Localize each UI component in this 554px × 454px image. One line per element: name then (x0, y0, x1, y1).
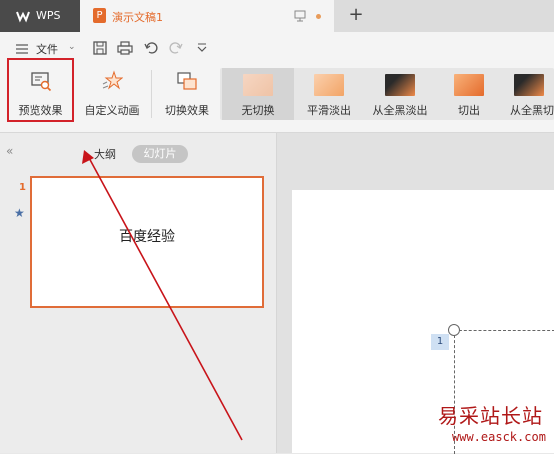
preview-effect-button[interactable]: 预览效果 (7, 58, 74, 122)
monitor-icon[interactable] (294, 10, 306, 22)
tab-outline[interactable]: 大纲 (94, 146, 116, 162)
ribbon-divider (151, 70, 152, 118)
tab-slides[interactable]: 幻灯片 (132, 145, 188, 163)
transition-thumbnail (314, 74, 344, 96)
slide-number: 1 (19, 182, 26, 193)
new-tab-button[interactable]: + (346, 4, 366, 26)
custom-animation-button[interactable]: 自定义动画 (76, 64, 148, 120)
transition-label: 平滑淡出 (307, 104, 351, 117)
customize-toolbar-icon[interactable] (194, 40, 210, 56)
transition-label: 从全黑淡出 (372, 104, 428, 117)
preview-icon (30, 72, 51, 92)
animation-star-icon (102, 70, 123, 90)
save-icon[interactable] (92, 40, 108, 56)
transition-thumbnail (514, 74, 544, 96)
transition-cut[interactable]: 切出 (436, 68, 502, 120)
transition-cut-from-black[interactable]: 从全黑切 (504, 68, 554, 120)
collapse-panel-icon[interactable]: « (6, 144, 13, 158)
file-menu[interactable]: 文件 (36, 41, 58, 57)
document-title: 演示文稿1 (112, 11, 163, 24)
undo-icon[interactable] (143, 40, 159, 56)
transition-label: 从全黑切 (510, 104, 554, 117)
slide-transition-icon (177, 72, 197, 90)
switch-effect-label: 切换效果 (165, 104, 209, 117)
transition-none[interactable]: 无切换 (222, 68, 294, 120)
placeholder-number-badge: 1 (431, 334, 449, 350)
menu-bar (0, 32, 554, 62)
resize-handle[interactable] (448, 324, 460, 336)
print-icon[interactable] (117, 40, 133, 56)
wps-logo-icon (16, 11, 30, 23)
chevron-down-icon[interactable]: ⌄ (68, 42, 76, 52)
redo-icon[interactable] (168, 40, 184, 56)
transition-thumbnail (454, 74, 484, 96)
transition-fade-from-black[interactable]: 从全黑淡出 (366, 68, 434, 120)
menu-icon[interactable] (16, 44, 28, 54)
preview-effect-label: 预览效果 (18, 104, 63, 117)
slide-thumbnail-title: 百度经验 (119, 229, 175, 245)
presentation-icon: P (93, 8, 106, 23)
wps-tab-label: WPS (36, 9, 61, 22)
custom-animation-label: 自定义动画 (84, 104, 140, 117)
transition-thumbnail (243, 74, 273, 96)
switch-effect-button[interactable]: 切换效果 (157, 64, 217, 120)
watermark-title: 易采站长站 (438, 404, 543, 428)
watermark-url: www.easck.com (452, 430, 546, 444)
transition-thumbnail (385, 74, 415, 96)
transition-smooth-fade[interactable]: 平滑淡出 (296, 68, 362, 120)
unsaved-indicator (316, 14, 321, 19)
transition-label: 切出 (458, 104, 480, 117)
animation-star-icon: ★ (14, 206, 25, 220)
transition-label: 无切换 (241, 104, 275, 117)
